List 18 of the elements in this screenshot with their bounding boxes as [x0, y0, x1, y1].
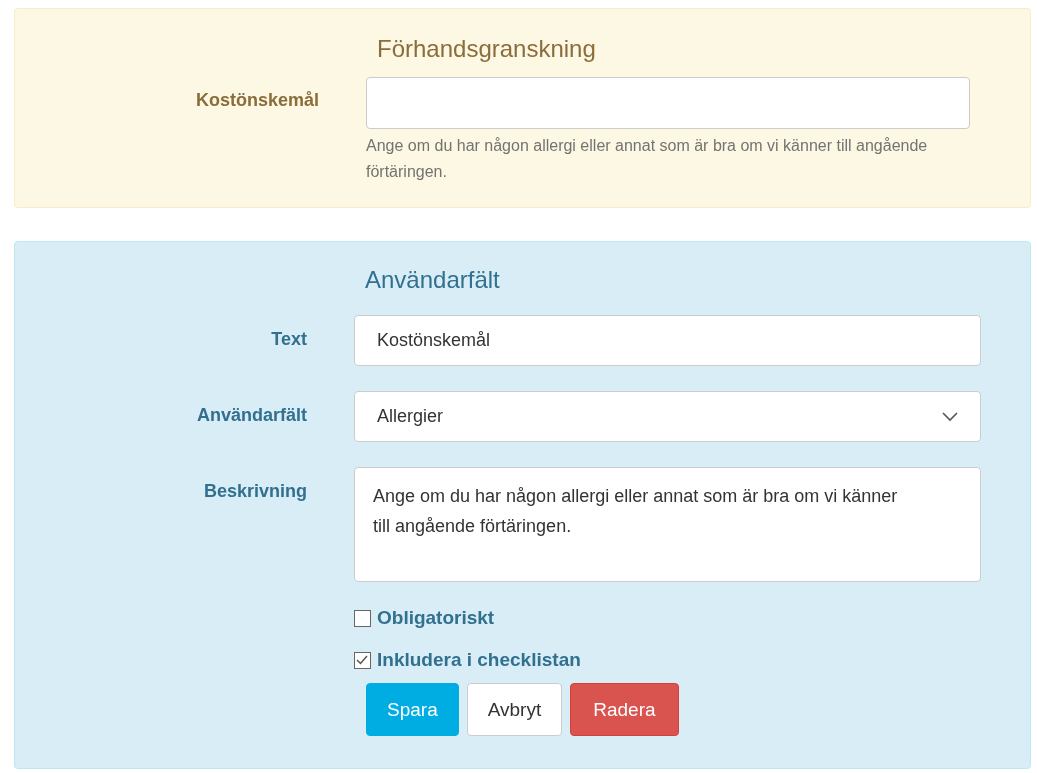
text-area[interactable]: Ange om du har någon allergi eller annat som är bra om vi känner till angående förtäringen. [354, 467, 981, 582]
chevron-down-icon [942, 411, 958, 422]
field-label: Kostönskemål [194, 89, 319, 112]
cancel-button[interactable]: Avbryt [466, 683, 563, 736]
input-field[interactable] [366, 77, 970, 129]
field-label: Användarfält [195, 404, 307, 426]
checkbox[interactable] [354, 609, 371, 627]
checkbox[interactable] [354, 651, 371, 669]
delete-button[interactable]: Radera [570, 683, 679, 736]
help-text: Ange om du har någon allergi eller annat som är bra om vi känner till angående förtäringen. [366, 136, 929, 182]
dropdown[interactable]: Allergier [354, 391, 981, 442]
preview-title: Förhandsgranskning [377, 35, 597, 63]
field-label: Text [270, 328, 307, 350]
checkbox-label[interactable]: Obligatoriskt [377, 607, 495, 629]
input-field[interactable]: Kostönskemål [354, 315, 981, 366]
checkbox-label[interactable]: Inkludera i checklistan [377, 649, 581, 671]
field-label: Beskrivning [202, 480, 307, 502]
editor-title: Användarfält [365, 266, 501, 294]
